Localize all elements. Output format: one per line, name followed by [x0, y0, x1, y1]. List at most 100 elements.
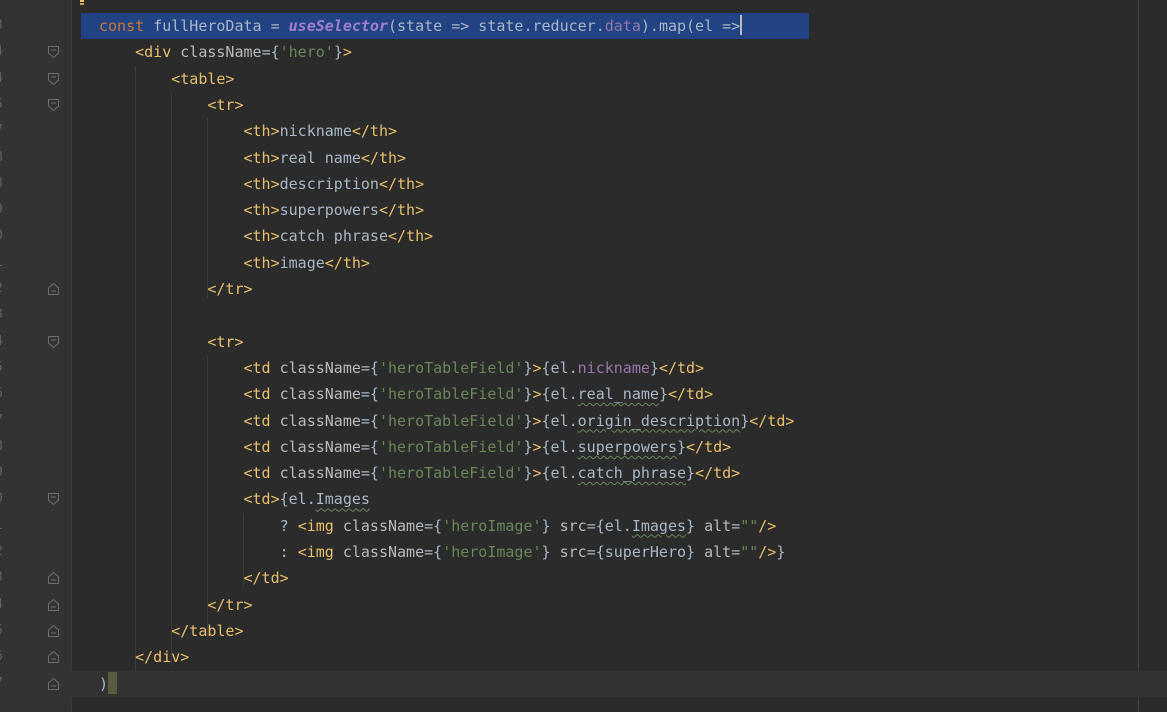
code-line[interactable]: <td className={'heroTableField'}>{el.sup…	[71, 434, 1167, 460]
code-token: const	[99, 17, 154, 35]
code-line[interactable]: <div className={'hero'}>	[71, 39, 1167, 65]
fold-close-icon[interactable]	[48, 598, 59, 611]
code-line[interactable]: )	[71, 670, 1167, 697]
code-line[interactable]: <tr>	[71, 92, 1167, 118]
line-number[interactable]: 4	[0, 592, 8, 618]
code-token: }	[523, 358, 533, 377]
line-number[interactable]: 6	[0, 381, 8, 407]
code-area[interactable]: const fullHeroData = useSelector(state =…	[71, 0, 1167, 712]
line-number[interactable]: 3	[0, 565, 8, 591]
line-number[interactable]: 8	[0, 434, 8, 460]
code-line[interactable]: </table>	[71, 618, 1167, 644]
code-line[interactable]: </tr>	[71, 592, 1167, 618]
fold-close-icon[interactable]	[48, 283, 59, 295]
code-token: />	[758, 543, 777, 561]
line-number[interactable]: 3	[0, 13, 8, 39]
code-line[interactable]: </div>	[71, 644, 1167, 670]
code-line[interactable]	[71, 302, 1167, 328]
code-token: <tr>	[99, 332, 244, 351]
code-token: Images	[631, 516, 687, 535]
line-number[interactable]: 7	[0, 671, 8, 697]
line-number[interactable]: 7	[0, 118, 8, 144]
line-number[interactable]: 4	[0, 329, 8, 355]
line-number[interactable]: 2	[0, 276, 8, 302]
code-token: <th>	[99, 201, 280, 220]
code-token: />	[758, 516, 777, 535]
code-token: ={superHero}	[586, 543, 705, 561]
code-line[interactable]: <td>{el.Images	[71, 486, 1167, 512]
code-token: (state => state.	[388, 17, 533, 35]
code-token: alt	[704, 543, 732, 561]
line-number[interactable]: 0	[0, 486, 8, 512]
code-line[interactable]: </tr>	[71, 276, 1167, 302]
code-token: {el.	[541, 385, 578, 404]
code-token: 'heroImage'	[442, 543, 542, 561]
code-token: ={	[424, 516, 443, 535]
code-line[interactable]: <table>	[71, 66, 1167, 92]
fold-open-icon[interactable]	[48, 493, 59, 506]
editor-gutter[interactable]: 34457889012345678901234567	[0, 0, 72, 712]
code-token: (el =>	[686, 17, 741, 35]
line-number[interactable]: 7	[0, 408, 8, 434]
code-line[interactable]: const fullHeroData = useSelector(state =…	[71, 13, 1167, 39]
code-line[interactable]: <th>catch phrase</th>	[71, 223, 1167, 249]
fold-close-icon[interactable]	[48, 651, 59, 664]
code-line[interactable]: : <img className={'heroImage'} src={supe…	[71, 539, 1167, 565]
code-token: <tr>	[99, 95, 244, 114]
line-number[interactable]: 0	[0, 223, 8, 249]
code-editor[interactable]: 34457889012345678901234567 const fullHer…	[0, 0, 1167, 712]
code-token: ""	[740, 516, 759, 535]
code-token: </th>	[378, 174, 425, 193]
code-token: src	[559, 543, 587, 561]
code-token: ={	[360, 411, 379, 430]
code-line[interactable]: <td className={'heroTableField'}>{el.ori…	[71, 408, 1167, 434]
code-line[interactable]: <th>nickname</th>	[71, 118, 1167, 144]
line-number[interactable]: 5	[0, 92, 8, 118]
code-token: className	[180, 43, 262, 62]
code-line[interactable]: <th>real name</th>	[71, 145, 1167, 171]
code-line[interactable]: <tr>	[71, 329, 1167, 355]
code-line[interactable]: </td>	[71, 565, 1167, 591]
code-token: <td	[99, 385, 280, 404]
code-token: real name	[279, 148, 361, 167]
code-line[interactable]: <td className={'heroTableField'}>{el.nic…	[71, 355, 1167, 381]
line-number[interactable]: 1	[0, 513, 8, 539]
line-number[interactable]: 8	[0, 171, 8, 197]
code-token: <th>	[99, 148, 280, 167]
line-number[interactable]: 8	[0, 145, 8, 171]
code-token: <td	[99, 411, 280, 430]
fold-close-icon[interactable]	[48, 572, 59, 585]
code-token: ).	[640, 17, 659, 35]
code-line[interactable]: <td className={'heroTableField'}>{el.rea…	[71, 381, 1167, 407]
code-token: 'heroTableField'	[378, 464, 524, 483]
line-number[interactable]: 9	[0, 460, 8, 486]
code-line[interactable]: <th>description</th>	[71, 171, 1167, 197]
line-number[interactable]: 2	[0, 539, 8, 565]
fold-open-icon[interactable]	[48, 72, 59, 85]
code-token: ={	[424, 543, 443, 561]
fold-open-icon[interactable]	[48, 46, 59, 59]
code-token: className	[279, 437, 361, 456]
code-token: className	[342, 543, 425, 561]
line-number[interactable]: 3	[0, 302, 8, 328]
code-line[interactable]: <th>image</th>	[71, 250, 1167, 276]
fold-close-icon[interactable]	[48, 677, 59, 690]
code-token: <img	[297, 543, 343, 561]
code-token: }	[686, 516, 705, 535]
line-number[interactable]: 6	[0, 644, 8, 670]
line-number[interactable]: 4	[0, 66, 8, 92]
line-number[interactable]: 4	[0, 39, 8, 65]
line-number[interactable]: 5	[0, 355, 8, 381]
code-token: <th>	[99, 227, 280, 246]
fold-open-icon[interactable]	[48, 335, 59, 348]
code-line[interactable]: <td className={'heroTableField'}>{el.cat…	[71, 460, 1167, 486]
code-line[interactable]: ? <img className={'heroImage'} src={el.I…	[71, 513, 1167, 539]
line-number[interactable]: 5	[0, 618, 8, 644]
line-number[interactable]: 9	[0, 197, 8, 223]
code-line[interactable]: <th>superpowers</th>	[71, 197, 1167, 223]
fold-close-icon[interactable]	[48, 624, 59, 637]
code-token: >	[532, 358, 542, 377]
fold-open-icon[interactable]	[48, 98, 59, 111]
code-token: </td>	[658, 358, 705, 377]
line-number[interactable]: 1	[0, 250, 8, 276]
